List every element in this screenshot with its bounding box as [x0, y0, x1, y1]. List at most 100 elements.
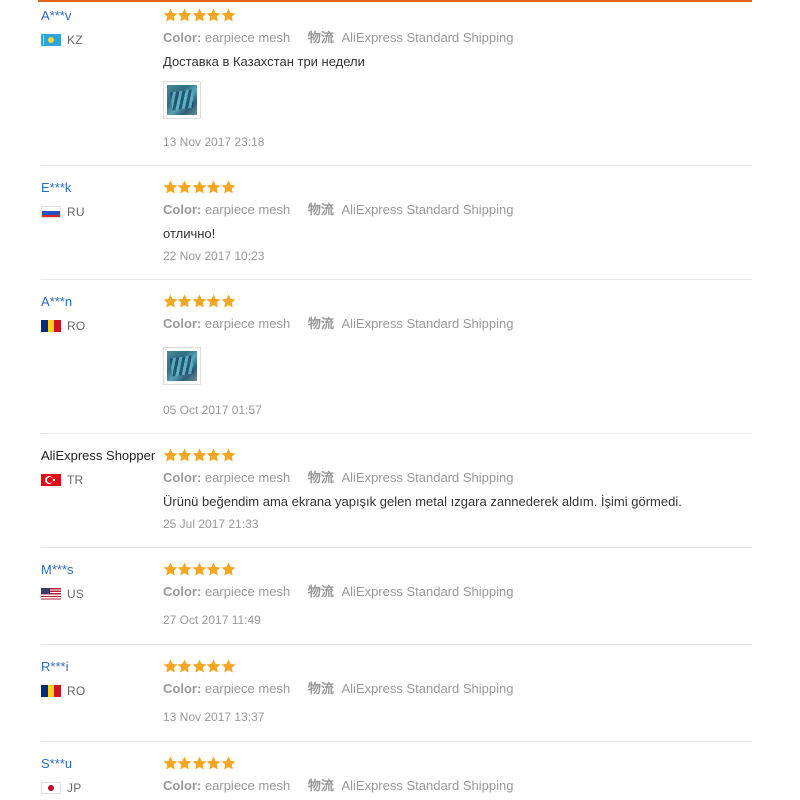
color-label: Color:	[163, 470, 202, 485]
color-label: Color:	[163, 316, 202, 331]
star-icon	[192, 756, 207, 770]
order-attributes: Color: earpiece mesh 物流 AliExpress Stand…	[163, 202, 513, 218]
country-code: KZ	[67, 33, 83, 47]
buyer-name-link[interactable]: S***u	[41, 756, 72, 772]
shipping-label: 物流	[307, 316, 334, 331]
review-item: A***n RO Color: earpiece mesh 物流 AliExpr…	[41, 294, 752, 434]
star-rating	[163, 659, 235, 675]
country-code: JP	[67, 781, 82, 795]
shipping-value: AliExpress Standard Shipping	[341, 202, 514, 217]
star-icon	[206, 659, 221, 673]
review-item: E***k RU Color: earpiece mesh 物流 AliExpr…	[41, 180, 752, 280]
color-value: earpiece mesh	[204, 30, 291, 45]
buyer-name-link[interactable]: A***n	[41, 294, 72, 310]
buyer-country: RO	[41, 319, 85, 333]
star-icon	[192, 562, 207, 576]
buyer-country: RO	[41, 684, 85, 698]
star-rating	[163, 756, 235, 772]
color-label: Color:	[163, 584, 202, 599]
star-icon	[177, 294, 192, 308]
star-icon	[163, 562, 178, 576]
shipping-value: AliExpress Standard Shipping	[341, 584, 514, 599]
feedback-text: Доставка в Казахстан три недели	[163, 54, 365, 69]
feedback-text: Ürünü beğendim ama ekrana yapışık gelen …	[163, 494, 682, 509]
star-icon	[163, 8, 178, 22]
star-rating	[163, 562, 235, 578]
star-rating	[163, 294, 235, 310]
review-photo-image	[167, 85, 197, 115]
order-attributes: Color: earpiece mesh 物流 AliExpress Stand…	[163, 470, 513, 486]
review-date: 05 Oct 2017 01:57	[163, 403, 262, 417]
order-attributes: Color: earpiece mesh 物流 AliExpress Stand…	[163, 778, 513, 794]
buyer-name-link[interactable]: R***i	[41, 659, 68, 675]
buyer-name: AliExpress Shopper	[41, 448, 156, 463]
star-icon	[177, 180, 192, 194]
buyer-name-link[interactable]: M***s	[41, 562, 74, 578]
buyer-name-link[interactable]: E***k	[41, 180, 71, 196]
shipping-label: 物流	[307, 681, 334, 696]
shipping-label: 物流	[307, 778, 334, 793]
star-icon	[221, 8, 235, 22]
shipping-label: 物流	[307, 584, 334, 599]
star-icon	[206, 448, 221, 462]
order-attributes: Color: earpiece mesh 物流 AliExpress Stand…	[163, 30, 513, 46]
star-icon	[177, 562, 192, 576]
star-rating	[163, 448, 235, 464]
review-photo-thumbnail[interactable]	[163, 81, 201, 119]
review-photo-thumbnail[interactable]	[163, 347, 201, 385]
review-date: 25 Jul 2017 21:33	[163, 517, 259, 531]
star-icon	[177, 8, 192, 22]
star-icon	[192, 448, 207, 462]
review-date: 22 Nov 2017 10:23	[163, 249, 265, 263]
buyer-country: US	[41, 587, 84, 601]
shipping-label: 物流	[307, 470, 334, 485]
order-attributes: Color: earpiece mesh 物流 AliExpress Stand…	[163, 681, 513, 697]
shipping-value: AliExpress Standard Shipping	[341, 778, 514, 793]
color-value: earpiece mesh	[204, 470, 291, 485]
star-icon	[177, 448, 192, 462]
star-icon	[192, 294, 207, 308]
review-item: A***v KZ Color: earpiece mesh 物流 AliExpr…	[41, 8, 752, 166]
star-icon	[163, 180, 178, 194]
color-label: Color:	[163, 202, 202, 217]
star-icon	[163, 659, 178, 673]
country-code: TR	[67, 473, 84, 487]
ro-flag-icon	[41, 685, 61, 697]
shipping-value: AliExpress Standard Shipping	[341, 470, 514, 485]
star-icon	[221, 448, 235, 462]
color-value: earpiece mesh	[204, 681, 291, 696]
review-item: M***s US Color: earpiece mesh 物流 AliExpr…	[41, 562, 752, 645]
star-icon	[221, 294, 235, 308]
star-rating	[163, 180, 235, 196]
star-icon	[221, 180, 235, 194]
star-icon	[221, 659, 235, 673]
top-divider	[38, 0, 752, 2]
us-flag-icon	[41, 588, 61, 600]
buyer-country: TR	[41, 473, 83, 487]
star-icon	[206, 562, 221, 576]
review-date: 13 Nov 2017 13:37	[163, 710, 265, 724]
buyer-country: JP	[41, 781, 81, 795]
color-value: earpiece mesh	[204, 584, 291, 599]
star-icon	[177, 756, 192, 770]
country-code: RO	[67, 684, 86, 698]
star-icon	[163, 448, 178, 462]
review-item: R***i RO Color: earpiece mesh 物流 AliExpr…	[41, 659, 752, 742]
star-icon	[163, 294, 178, 308]
review-date: 13 Nov 2017 23:18	[163, 135, 265, 149]
feedback-text: отлично!	[163, 226, 216, 241]
kz-flag-icon	[41, 34, 61, 46]
color-value: earpiece mesh	[204, 316, 291, 331]
country-code: RU	[67, 205, 85, 219]
shipping-value: AliExpress Standard Shipping	[341, 30, 514, 45]
order-attributes: Color: earpiece mesh 物流 AliExpress Stand…	[163, 316, 513, 332]
buyer-name-link[interactable]: A***v	[41, 8, 71, 24]
color-label: Color:	[163, 778, 202, 793]
shipping-label: 物流	[307, 202, 334, 217]
shipping-value: AliExpress Standard Shipping	[341, 316, 514, 331]
color-value: earpiece mesh	[204, 202, 291, 217]
review-item: AliExpress Shopper TR Color: earpiece me…	[41, 448, 752, 548]
star-icon	[163, 756, 178, 770]
jp-flag-icon	[41, 782, 61, 794]
star-icon	[206, 8, 221, 22]
